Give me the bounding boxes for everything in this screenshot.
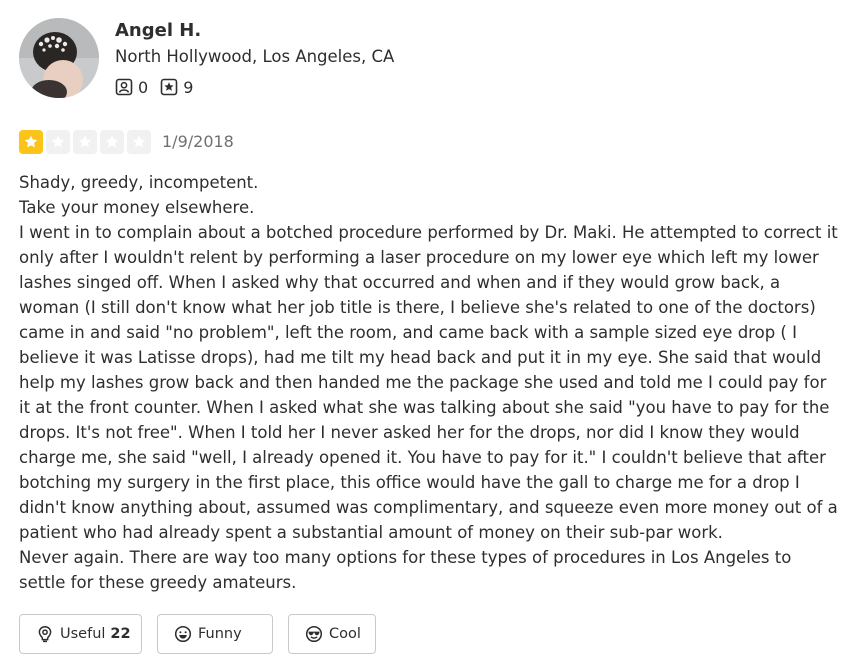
funny-label: Funny [198, 626, 242, 642]
user-stats: 0 9 [115, 76, 205, 98]
star-icon-4 [100, 130, 124, 154]
star-icon-3 [73, 130, 97, 154]
friends-count-stat: 0 [115, 78, 148, 97]
reviews-count: 9 [183, 77, 194, 97]
review-card: Angel H. North Hollywood, Los Angeles, C… [0, 0, 842, 658]
smile-icon [174, 625, 192, 643]
review-date: 1/9/2018 [162, 132, 234, 151]
lightbulb-icon [36, 625, 54, 643]
useful-button[interactable]: Useful 22 [19, 614, 142, 654]
star-icon-1 [19, 130, 43, 154]
review-star-icon [160, 78, 178, 96]
user-name[interactable]: Angel H. [115, 18, 201, 44]
useful-count: 22 [110, 626, 131, 642]
star-icon-5 [127, 130, 151, 154]
star-icon-2 [46, 130, 70, 154]
reaction-buttons: Useful 22 Funny Cool [19, 614, 391, 654]
avatar-photo [19, 18, 99, 98]
friends-icon [115, 78, 133, 96]
user-location: North Hollywood, Los Angeles, CA [115, 47, 395, 66]
cool-button[interactable]: Cool [288, 614, 376, 654]
star-rating [19, 130, 154, 154]
reviews-count-stat: 9 [160, 78, 193, 97]
avatar[interactable] [19, 18, 99, 98]
friends-count: 0 [138, 77, 149, 97]
useful-label: Useful [60, 626, 106, 642]
review-text: Shady, greedy, incompetent. Take your mo… [19, 173, 838, 592]
rating-row: 1/9/2018 [19, 130, 234, 154]
cool-label: Cool [329, 626, 361, 642]
sunglasses-icon [305, 625, 323, 643]
funny-button[interactable]: Funny [157, 614, 273, 654]
